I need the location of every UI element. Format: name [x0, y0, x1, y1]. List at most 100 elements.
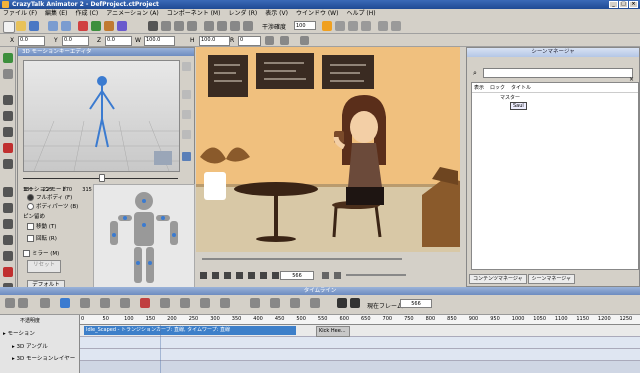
volume-icon[interactable]: [334, 272, 341, 279]
music-icon[interactable]: [3, 127, 13, 137]
fit-view-icon[interactable]: [230, 21, 240, 31]
next-frame-icon[interactable]: [260, 272, 267, 279]
menu-window[interactable]: ウインドウ (W): [296, 9, 339, 18]
record-icon[interactable]: [3, 267, 13, 277]
view-rotate-icon[interactable]: [182, 130, 191, 139]
zoom-icon[interactable]: [204, 21, 214, 31]
pin-rotate-checkbox[interactable]: 回転 (R): [27, 234, 57, 242]
actor-icon[interactable]: [3, 53, 13, 63]
view-fit-icon[interactable]: [182, 152, 191, 161]
mode-full-body-radio[interactable]: フルボディ (F): [27, 193, 72, 201]
preview-eye-icon[interactable]: [243, 21, 253, 31]
loop-icon[interactable]: [272, 272, 279, 279]
link-object-icon[interactable]: [3, 235, 13, 245]
track-3d-motion-layer[interactable]: [80, 349, 640, 361]
stage-icon[interactable]: [361, 21, 371, 31]
x-field[interactable]: 0.0: [18, 36, 45, 46]
timeline-play-icon[interactable]: [337, 298, 347, 308]
mode-body-part-radio[interactable]: ボディパーツ (B): [27, 202, 78, 210]
track-label-3d-angle[interactable]: ▸ 3D アングル: [12, 342, 78, 350]
pan-icon[interactable]: [217, 21, 227, 31]
rotation-slider-thumb[interactable]: [99, 174, 105, 182]
menu-component[interactable]: コンポーネント (M): [167, 9, 221, 18]
settings-icon[interactable]: [322, 272, 329, 279]
timeline-layer-icon[interactable]: [200, 298, 210, 308]
track-3d-angle[interactable]: [80, 337, 640, 349]
camera-icon[interactable]: [335, 21, 345, 31]
track-label-motion[interactable]: ▸ モーション: [3, 329, 77, 337]
rewind-icon[interactable]: [236, 272, 243, 279]
save-icon[interactable]: [29, 21, 39, 31]
minimize-button[interactable]: _: [609, 1, 618, 8]
scene-row-saul[interactable]: Saul: [472, 102, 638, 110]
motion-icon[interactable]: [3, 159, 13, 169]
prev-frame-icon[interactable]: [224, 272, 231, 279]
menu-view[interactable]: 表示 (V): [265, 9, 288, 18]
timeline-delete-icon[interactable]: [18, 298, 28, 308]
scene-row-master[interactable]: マスター: [472, 93, 638, 102]
view-down-icon[interactable]: [182, 110, 191, 119]
menu-help[interactable]: ヘルプ (H): [346, 9, 375, 18]
timeline-key-icon[interactable]: [40, 298, 50, 308]
home-icon[interactable]: [378, 21, 388, 31]
timeline-expand-icon[interactable]: [290, 298, 300, 308]
timeline-ruler[interactable]: 0 50 100 150 200 250 300 350 400 450 500 550 600 650 7…: [80, 315, 640, 325]
face-icon[interactable]: [3, 95, 13, 105]
tab-scene-manager[interactable]: シーンマネージャ: [527, 274, 576, 284]
y-field[interactable]: 0.0: [62, 36, 89, 46]
timeline-record-icon[interactable]: [140, 298, 150, 308]
scene-icon[interactable]: [91, 21, 101, 31]
text-icon[interactable]: [117, 21, 127, 31]
mirror-checkbox[interactable]: ミラー (M): [23, 249, 59, 257]
close-button[interactable]: ×: [629, 1, 638, 8]
maximize-button[interactable]: □: [619, 1, 628, 8]
new-file-icon[interactable]: [3, 21, 15, 33]
timeline-curve-icon[interactable]: [160, 298, 170, 308]
menu-create[interactable]: 作成 (C): [75, 9, 98, 18]
view-up-icon[interactable]: [182, 90, 191, 99]
mask-icon[interactable]: [3, 187, 13, 197]
attach-icon[interactable]: [3, 251, 13, 261]
redo-icon[interactable]: [61, 21, 71, 31]
w-field[interactable]: 100.0: [144, 36, 175, 46]
light-icon[interactable]: [348, 21, 358, 31]
bone-icon[interactable]: [3, 143, 13, 153]
undo-icon[interactable]: [48, 21, 58, 31]
frame-rate-select[interactable]: 100: [294, 21, 316, 30]
fast-forward-icon[interactable]: [248, 272, 255, 279]
timeline-sound-icon[interactable]: [80, 298, 90, 308]
open-folder-icon[interactable]: [16, 21, 26, 31]
z-field[interactable]: 0.0: [105, 36, 132, 46]
track-motion[interactable]: Idle_Scaped - トランジションカーブ: 直線, タイムワープ: 直線…: [80, 325, 640, 337]
track-label-3d-motion-layer[interactable]: ▸ 3D モーションレイヤー: [12, 354, 78, 362]
pin-move-checkbox[interactable]: 移動 (T): [27, 222, 56, 230]
timeline-collapse-icon[interactable]: [310, 298, 320, 308]
menu-animation[interactable]: アニメーション (A): [106, 9, 158, 18]
select-arrow-icon[interactable]: [148, 21, 158, 31]
timeline-search-icon[interactable]: [270, 298, 280, 308]
reset-button[interactable]: リセット: [27, 260, 61, 273]
current-frame-field[interactable]: 566: [280, 271, 314, 280]
arrow-up-icon[interactable]: [391, 21, 401, 31]
timeline-motion-icon[interactable]: [60, 298, 70, 308]
scale-icon[interactable]: [187, 21, 197, 31]
view-front-icon[interactable]: [182, 62, 191, 71]
h-field[interactable]: 100.0: [199, 36, 230, 46]
layer-icon[interactable]: [3, 219, 13, 229]
move-icon[interactable]: [161, 21, 171, 31]
body-part-selector[interactable]: [93, 184, 195, 291]
timeline-zoom-out-icon[interactable]: [120, 298, 130, 308]
flip-icon[interactable]: [265, 36, 274, 45]
r-field[interactable]: 0: [238, 36, 261, 46]
stop-icon[interactable]: [212, 272, 219, 279]
menu-file[interactable]: ファイル (F): [3, 9, 37, 18]
timeline-zoom-in-icon[interactable]: [100, 298, 110, 308]
rotate-icon[interactable]: [174, 21, 184, 31]
menu-render[interactable]: レンダ (R): [228, 9, 257, 18]
tab-content-manager[interactable]: コンテンツマネージャ: [469, 274, 527, 284]
align-icon[interactable]: [300, 36, 309, 45]
timeline-add-icon[interactable]: [5, 298, 15, 308]
character-icon[interactable]: [78, 21, 88, 31]
timeline-stop-icon[interactable]: [350, 298, 360, 308]
timeline-fit-icon[interactable]: [180, 298, 190, 308]
